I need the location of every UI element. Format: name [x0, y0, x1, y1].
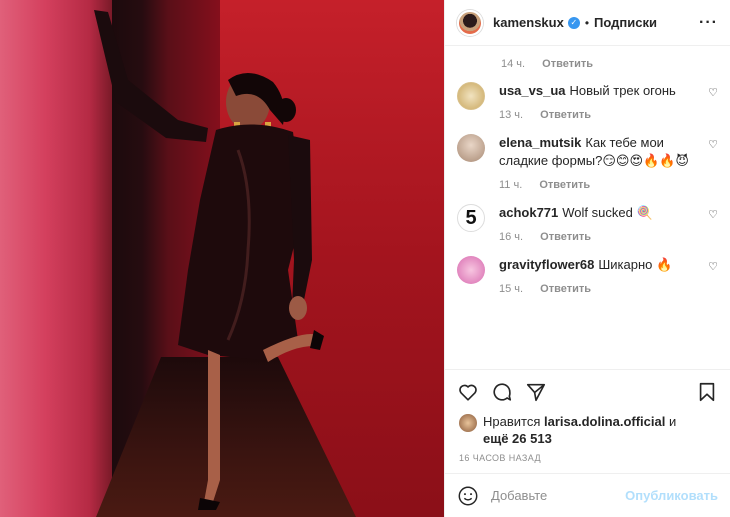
comment-like-heart-icon[interactable]: ♡ [708, 260, 718, 273]
header-separator: • [584, 15, 590, 30]
comment-item: usa_vs_ua Новый трек огонь 13 ч. Ответить… [457, 82, 718, 124]
commenter-avatar[interactable] [457, 134, 485, 162]
bookmark-icon[interactable] [696, 381, 718, 403]
caption-meta: 14 ч. Ответить [457, 58, 718, 70]
likes-text: Нравится larisa.dolina.official и ещё 26… [483, 413, 676, 447]
action-bar [445, 369, 730, 413]
publish-button[interactable]: Опубликовать [625, 488, 718, 503]
author-avatar[interactable] [457, 9, 483, 36]
comment-reply-button[interactable]: Ответить [540, 231, 591, 243]
likes-middle: и [665, 414, 677, 429]
commenter-avatar[interactable] [457, 82, 485, 110]
comment-input[interactable]: Добавьте [491, 488, 625, 503]
share-icon[interactable] [525, 381, 547, 403]
smile-icon[interactable] [457, 485, 479, 507]
post-header: kamenskux ✓ • Подписки ··· [445, 0, 730, 46]
comment-item: gravityflower68 Шикарно 🔥 15 ч. Ответить … [457, 256, 718, 298]
heart-icon[interactable] [457, 381, 479, 403]
liker-username[interactable]: larisa.dolina.official [544, 414, 665, 429]
commenter-username[interactable]: elena_mutsik [499, 135, 581, 150]
commenter-avatar[interactable] [457, 256, 485, 284]
post-sidebar: kamenskux ✓ • Подписки ··· 14 ч. Ответит… [444, 0, 730, 517]
verified-badge-icon: ✓ [567, 16, 580, 29]
comment-meta: 11 ч. Ответить [499, 176, 696, 194]
more-options-icon[interactable]: ··· [699, 14, 718, 32]
post-photo[interactable] [0, 0, 444, 517]
comment-time: 11 ч. [499, 179, 523, 191]
commenter-username[interactable]: achok771 [499, 205, 558, 220]
caption-time: 14 ч. [501, 58, 526, 70]
following-button[interactable]: Подписки [594, 15, 657, 30]
liker-avatar[interactable] [459, 414, 477, 432]
woman-figure [94, 10, 324, 510]
comment-body: elena_mutsik Как тебе мои сладкие формы?😏… [499, 134, 718, 194]
comment-meta: 13 ч. Ответить [499, 106, 696, 124]
comment-body: usa_vs_ua Новый трек огонь 13 ч. Ответить [499, 82, 718, 124]
comment-like-heart-icon[interactable]: ♡ [708, 86, 718, 99]
comment-meta: 15 ч. Ответить [499, 280, 696, 298]
comments-list[interactable]: 14 ч. Ответить usa_vs_ua Новый трек огонь… [445, 46, 730, 369]
post-timestamp: 16 ЧАСОВ НАЗАД [459, 453, 541, 463]
comment-meta: 16 ч. Ответить [499, 228, 696, 246]
likes-summary: Нравится larisa.dolina.official и ещё 26… [445, 413, 730, 447]
comment-like-heart-icon[interactable]: ♡ [708, 208, 718, 221]
commenter-username[interactable]: gravityflower68 [499, 257, 594, 272]
comment-text: Новый трек огонь [569, 83, 676, 98]
comment-time: 16 ч. [499, 231, 524, 243]
comment-time: 13 ч. [499, 109, 524, 121]
comment-icon[interactable] [491, 381, 513, 403]
comment-body: achok771 Wolf sucked 🍭 16 ч. Ответить [499, 204, 718, 246]
add-comment-bar: Добавьте Опубликовать [445, 473, 730, 517]
comment-reply-button[interactable]: Ответить [539, 179, 590, 191]
likes-count[interactable]: ещё 26 513 [483, 431, 552, 446]
comment-time: 15 ч. [499, 283, 524, 295]
post-container: kamenskux ✓ • Подписки ··· 14 ч. Ответит… [0, 0, 730, 517]
commenter-username[interactable]: usa_vs_ua [499, 83, 566, 98]
likes-prefix: Нравится [483, 414, 544, 429]
caption-reply-button[interactable]: Ответить [542, 58, 593, 70]
comment-text: Wolf sucked 🍭 [562, 205, 653, 220]
comment-like-heart-icon[interactable]: ♡ [708, 138, 718, 151]
author-username[interactable]: kamenskux [493, 15, 564, 30]
comment-item: elena_mutsik Как тебе мои сладкие формы?😏… [457, 134, 718, 194]
comment-body: gravityflower68 Шикарно 🔥 15 ч. Ответить [499, 256, 718, 298]
commenter-avatar[interactable]: 5 [457, 204, 485, 232]
comment-reply-button[interactable]: Ответить [540, 283, 591, 295]
comment-reply-button[interactable]: Ответить [540, 109, 591, 121]
comment-text: Шикарно 🔥 [598, 257, 673, 272]
comment-item: 5 achok771 Wolf sucked 🍭 16 ч. Ответить ♡ [457, 204, 718, 246]
